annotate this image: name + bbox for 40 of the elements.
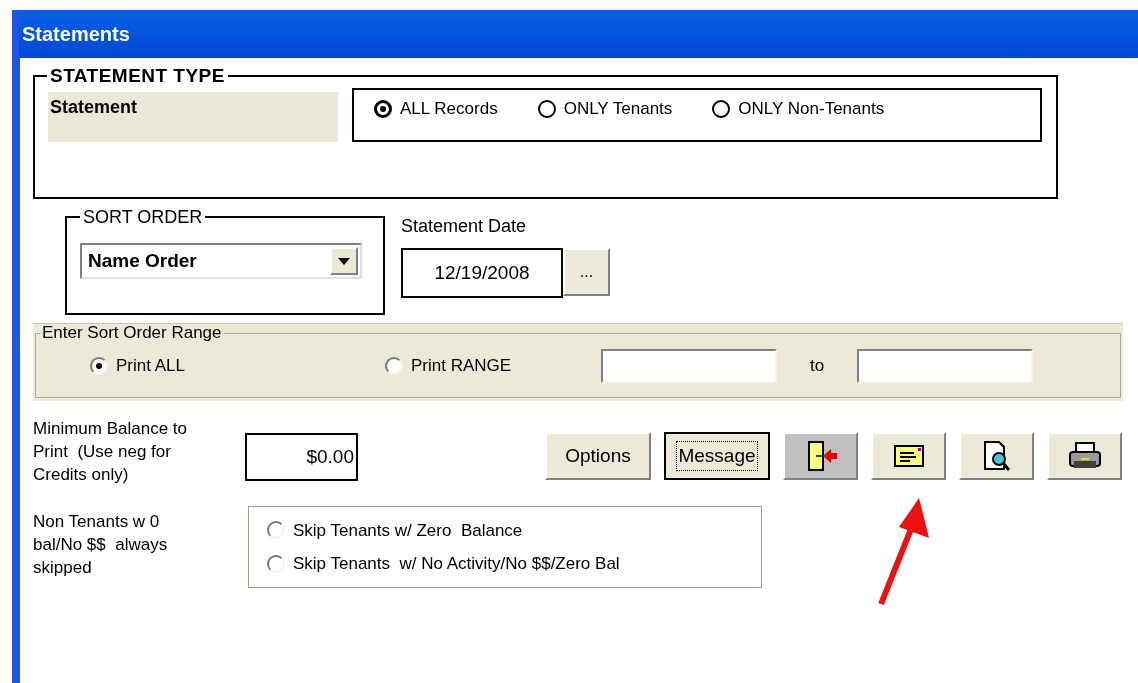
action-button[interactable]: Message bbox=[664, 432, 770, 480]
radio-label: ALL Records bbox=[400, 98, 498, 121]
range-separator: to bbox=[810, 355, 825, 378]
print-preview-icon bbox=[981, 440, 1012, 472]
radio-option[interactable]: ONLY Non-Tenants bbox=[712, 96, 885, 122]
radio-label: Skip Tenants w/ Zero Balance bbox=[293, 519, 523, 542]
window-title: Statements bbox=[22, 22, 130, 47]
radio-option[interactable]: ALL Records bbox=[374, 96, 498, 122]
skip-note: Non Tenants w 0 bal/No $$ always skipped bbox=[33, 511, 169, 579]
radio-label: Print RANGE bbox=[411, 355, 512, 378]
dropdown-button[interactable] bbox=[330, 247, 358, 275]
group-legend: Enter Sort Order Range bbox=[40, 324, 224, 342]
note-icon bbox=[893, 445, 924, 467]
printer-icon bbox=[1067, 441, 1102, 471]
range-from-field[interactable] bbox=[601, 349, 777, 383]
minimum-balance-field[interactable]: $0.00 bbox=[244, 433, 358, 481]
radio-option[interactable]: ONLY Tenants bbox=[537, 96, 673, 122]
toolbar-button[interactable] bbox=[871, 432, 946, 480]
caret-icon bbox=[338, 257, 350, 265]
radio-option[interactable]: Print ALL bbox=[90, 353, 385, 379]
radio-label: Print ALL bbox=[116, 355, 185, 378]
sort-order-dropdown[interactable]: Name Order bbox=[80, 243, 362, 279]
toolbar-button[interactable] bbox=[959, 432, 1034, 480]
date-field[interactable]: 12/19/2008 bbox=[401, 248, 563, 298]
toolbar-button[interactable] bbox=[783, 432, 858, 480]
radio-option[interactable]: Print RANGE bbox=[385, 353, 601, 379]
minimum-balance-label: Minimum Balance to Print (Use neg for Credits only) bbox=[33, 418, 188, 486]
group-legend: SORT ORDER bbox=[80, 207, 206, 227]
toolbar-button[interactable] bbox=[1047, 432, 1122, 480]
radio-option[interactable]: Skip Tenants w/ No Activity/No $$/Zero Bal bbox=[267, 551, 761, 577]
range-to-field[interactable] bbox=[857, 349, 1034, 383]
radio-option[interactable]: Skip Tenants w/ Zero Balance bbox=[267, 517, 761, 543]
action-button[interactable]: Options bbox=[545, 432, 651, 480]
group-legend: STATEMENT TYPE bbox=[47, 66, 228, 86]
date-picker-button[interactable]: ... bbox=[563, 248, 610, 296]
radio-label: ONLY Tenants bbox=[563, 98, 673, 121]
radio-label: ONLY Non-Tenants bbox=[738, 98, 885, 121]
radio-label: Skip Tenants w/ No Activity/No $$/Zero Bal bbox=[293, 553, 620, 575]
field-label: Statement Date bbox=[401, 215, 528, 238]
statement-label: Statement bbox=[48, 92, 338, 142]
